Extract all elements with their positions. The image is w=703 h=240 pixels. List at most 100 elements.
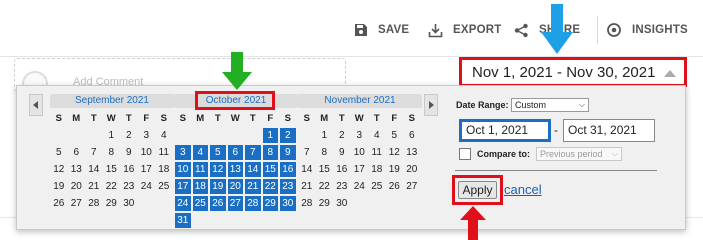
calendar-day[interactable]: 28 (298, 195, 316, 212)
calendar-day[interactable]: 30 (333, 195, 351, 212)
calendar-day[interactable]: 22 (261, 178, 279, 195)
calendar-day[interactable]: 18 (368, 161, 386, 178)
calendar-day[interactable]: 23 (333, 178, 351, 195)
prev-month-button[interactable] (29, 94, 43, 116)
calendar-day[interactable]: 4 (191, 144, 209, 161)
compare-select[interactable]: Previous period ⌵ (536, 147, 622, 161)
calendar-day[interactable]: 19 (386, 161, 404, 178)
save-button[interactable]: SAVE (354, 19, 409, 41)
calendar-day[interactable]: 21 (85, 178, 103, 195)
calendar-day[interactable]: 13 (68, 161, 86, 178)
apply-button[interactable]: Apply (458, 181, 497, 199)
calendar-day[interactable]: 5 (209, 144, 227, 161)
calendar-day[interactable]: 22 (103, 178, 121, 195)
calendar-day[interactable]: 26 (209, 195, 227, 212)
calendar-day[interactable]: 7 (298, 144, 316, 161)
calendar-day[interactable]: 27 (403, 178, 421, 195)
calendar-day[interactable]: 19 (50, 178, 68, 195)
calendar-day[interactable]: 3 (174, 144, 192, 161)
insights-button[interactable]: INSIGHTS (606, 19, 688, 41)
calendar-day[interactable]: 1 (103, 127, 121, 144)
calendar-day[interactable]: 5 (386, 127, 404, 144)
calendar-day[interactable]: 6 (403, 127, 421, 144)
calendar-day[interactable]: 20 (226, 178, 244, 195)
calendar-day[interactable]: 18 (191, 178, 209, 195)
calendar-day[interactable]: 12 (50, 161, 68, 178)
calendar-day[interactable]: 15 (103, 161, 121, 178)
calendar-day[interactable]: 12 (386, 144, 404, 161)
calendar-day[interactable]: 7 (85, 144, 103, 161)
calendar-day[interactable]: 13 (403, 144, 421, 161)
calendar-day[interactable]: 22 (316, 178, 334, 195)
date-range-select[interactable]: Custom ⌵ (511, 98, 589, 112)
calendar-day[interactable]: 26 (50, 195, 68, 212)
calendar-day[interactable]: 17 (174, 178, 192, 195)
calendar-day[interactable]: 21 (298, 178, 316, 195)
calendar-day[interactable]: 24 (138, 178, 156, 195)
calendar-day[interactable]: 19 (209, 178, 227, 195)
calendar-day[interactable]: 12 (209, 161, 227, 178)
calendar-day[interactable]: 10 (351, 144, 369, 161)
calendar-day[interactable]: 4 (155, 127, 173, 144)
calendar-day[interactable]: 2 (279, 127, 297, 144)
to-date-input[interactable]: Oct 31, 2021 (563, 119, 655, 142)
calendar-day[interactable]: 14 (85, 161, 103, 178)
calendar-day[interactable]: 18 (155, 161, 173, 178)
calendar-day[interactable]: 25 (191, 195, 209, 212)
calendar-day[interactable]: 17 (138, 161, 156, 178)
export-button[interactable]: EXPORT (428, 19, 502, 41)
compare-checkbox[interactable] (459, 148, 471, 160)
calendar-day[interactable]: 26 (386, 178, 404, 195)
calendar-day[interactable]: 23 (120, 178, 138, 195)
calendar-day[interactable]: 28 (244, 195, 262, 212)
from-date-input[interactable]: Oct 1, 2021 (459, 119, 551, 142)
calendar-day[interactable]: 21 (244, 178, 262, 195)
calendar-day[interactable]: 11 (368, 144, 386, 161)
calendar-day[interactable]: 20 (403, 161, 421, 178)
calendar-day[interactable]: 15 (316, 161, 334, 178)
next-month-button[interactable] (424, 94, 438, 116)
calendar-day[interactable]: 10 (174, 161, 192, 178)
date-range-picker[interactable]: Nov 1, 2021 - Nov 30, 2021 (459, 57, 687, 87)
calendar-day[interactable]: 23 (279, 178, 297, 195)
calendar-day[interactable]: 17 (351, 161, 369, 178)
calendar-day[interactable]: 25 (155, 178, 173, 195)
calendar-day[interactable]: 11 (191, 161, 209, 178)
calendar-day[interactable]: 24 (351, 178, 369, 195)
calendar-day[interactable]: 1 (261, 127, 279, 144)
calendar-day[interactable]: 2 (333, 127, 351, 144)
calendar-day[interactable]: 29 (103, 195, 121, 212)
calendar-day[interactable]: 9 (333, 144, 351, 161)
calendar-day[interactable]: 5 (50, 144, 68, 161)
calendar-day[interactable]: 24 (174, 195, 192, 212)
calendar-day[interactable]: 3 (351, 127, 369, 144)
calendar-day[interactable]: 8 (261, 144, 279, 161)
calendar-day[interactable]: 2 (120, 127, 138, 144)
calendar-day[interactable]: 29 (261, 195, 279, 212)
calendar-day[interactable]: 25 (368, 178, 386, 195)
calendar-day[interactable]: 9 (120, 144, 138, 161)
calendar-day[interactable]: 28 (85, 195, 103, 212)
calendar-day[interactable]: 7 (244, 144, 262, 161)
calendar-day[interactable]: 10 (138, 144, 156, 161)
calendar-day[interactable]: 30 (120, 195, 138, 212)
calendar-day[interactable]: 8 (103, 144, 121, 161)
calendar-day[interactable]: 31 (174, 212, 192, 229)
calendar-day[interactable]: 14 (244, 161, 262, 178)
calendar-day[interactable]: 8 (316, 144, 334, 161)
calendar-day[interactable]: 6 (68, 144, 86, 161)
calendar-day[interactable]: 20 (68, 178, 86, 195)
calendar-day[interactable]: 27 (68, 195, 86, 212)
calendar-day[interactable]: 13 (226, 161, 244, 178)
calendar-day[interactable]: 16 (279, 161, 297, 178)
calendar-day[interactable]: 27 (226, 195, 244, 212)
calendar-day[interactable]: 15 (261, 161, 279, 178)
calendar-day[interactable]: 30 (279, 195, 297, 212)
calendar-day[interactable]: 29 (316, 195, 334, 212)
cancel-link[interactable]: cancel (504, 182, 542, 197)
calendar-day[interactable]: 3 (138, 127, 156, 144)
calendar-day[interactable]: 1 (316, 127, 334, 144)
calendar-day[interactable]: 4 (368, 127, 386, 144)
calendar-day[interactable]: 11 (155, 144, 173, 161)
calendar-day[interactable]: 16 (333, 161, 351, 178)
